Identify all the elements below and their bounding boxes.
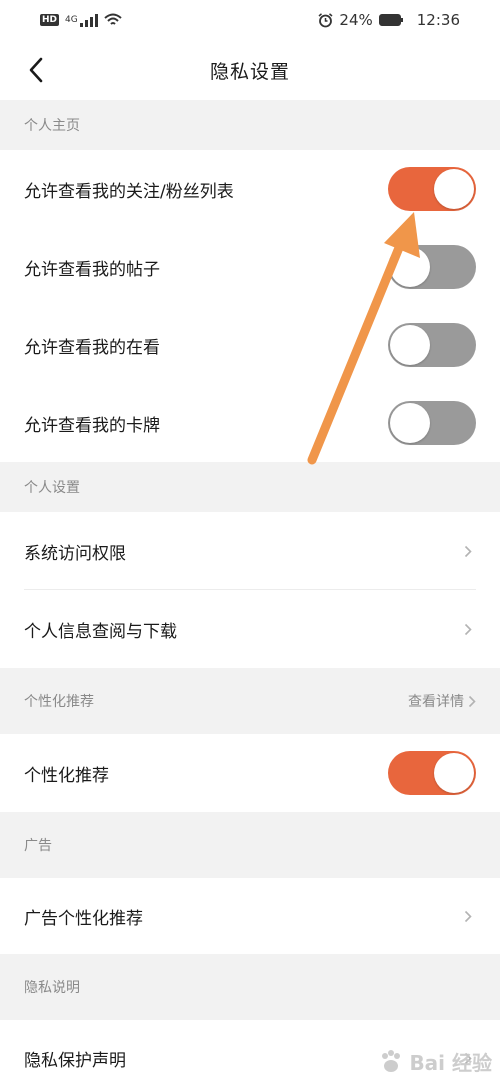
row-ad-personalized[interactable]: 广告个性化推荐 (0, 878, 500, 954)
status-bar: HD 4G 24% 12:36 (0, 0, 500, 40)
chevron-right-icon (460, 621, 476, 637)
nav-bar: 隐私设置 (0, 40, 500, 100)
chevron-left-icon (29, 57, 43, 83)
row-allow-cards: 允许查看我的卡牌 (0, 384, 500, 462)
wifi-icon (104, 13, 122, 25)
row-system-permissions[interactable]: 系统访问权限 (0, 512, 500, 590)
back-button[interactable] (16, 50, 56, 90)
toggle-knob (434, 753, 474, 793)
toggle-knob (390, 325, 430, 365)
section-header-privacy-info: 隐私说明 (0, 954, 500, 1020)
section-header-recommend: 个性化推荐 查看详情 (0, 668, 500, 734)
status-right: 24% 12:36 (318, 11, 460, 29)
row-label: 允许查看我的卡牌 (24, 415, 160, 436)
watermark-logo: Bai 经验 (377, 1047, 492, 1076)
row-label: 系统访问权限 (24, 543, 126, 564)
section-title: 个性化推荐 (24, 694, 94, 710)
section-header-ads: 广告 (0, 812, 500, 878)
row-personalized-recommend: 个性化推荐 (0, 734, 500, 812)
battery-percent: 24% (339, 11, 373, 29)
row-allow-posts: 允许查看我的帖子 (0, 228, 500, 306)
row-label: 允许查看我的关注/粉丝列表 (24, 181, 234, 202)
toggle-knob (390, 403, 430, 443)
toggle-personalized-recommend[interactable] (388, 751, 476, 795)
toggle-watching[interactable] (388, 323, 476, 367)
paw-icon (382, 1049, 401, 1072)
row-label: 广告个性化推荐 (24, 908, 143, 929)
toggle-knob (390, 247, 430, 287)
watermark-text: Bai 经验 (409, 1051, 492, 1075)
section-title: 广告 (24, 838, 52, 854)
alarm-icon (318, 12, 333, 27)
section-title: 个人设置 (24, 480, 80, 496)
chevron-right-icon (468, 695, 476, 707)
section-header-personal-settings: 个人设置 (0, 462, 500, 512)
chevron-right-icon (460, 908, 476, 924)
row-label: 个性化推荐 (24, 765, 109, 786)
chevron-right-icon (460, 543, 476, 559)
section-header-personal-home: 个人主页 (0, 100, 500, 150)
row-personal-info-download[interactable]: 个人信息查阅与下载 (0, 590, 500, 668)
row-allow-follow-list: 允许查看我的关注/粉丝列表 (0, 150, 500, 228)
section-title: 隐私说明 (24, 980, 80, 996)
toggle-follow-list[interactable] (388, 167, 476, 211)
toggle-cards[interactable] (388, 401, 476, 445)
page-title: 隐私设置 (209, 60, 290, 83)
status-left: HD 4G (40, 13, 122, 27)
clock: 12:36 (416, 11, 460, 29)
row-label: 允许查看我的在看 (24, 337, 160, 358)
hd-badge: HD (40, 14, 60, 26)
view-details-label: 查看详情 (408, 694, 464, 710)
row-allow-watching: 允许查看我的在看 (0, 306, 500, 384)
row-label: 允许查看我的帖子 (24, 259, 160, 280)
signal-icon (79, 13, 98, 27)
row-label: 个人信息查阅与下载 (24, 621, 177, 642)
toggle-posts[interactable] (388, 245, 476, 289)
view-details-link[interactable]: 查看详情 (408, 691, 476, 711)
section-title: 个人主页 (24, 118, 80, 134)
network-type: 4G (65, 15, 78, 25)
row-label: 隐私保护声明 (24, 1050, 126, 1071)
toggle-knob (434, 169, 474, 209)
battery-icon (378, 14, 403, 26)
